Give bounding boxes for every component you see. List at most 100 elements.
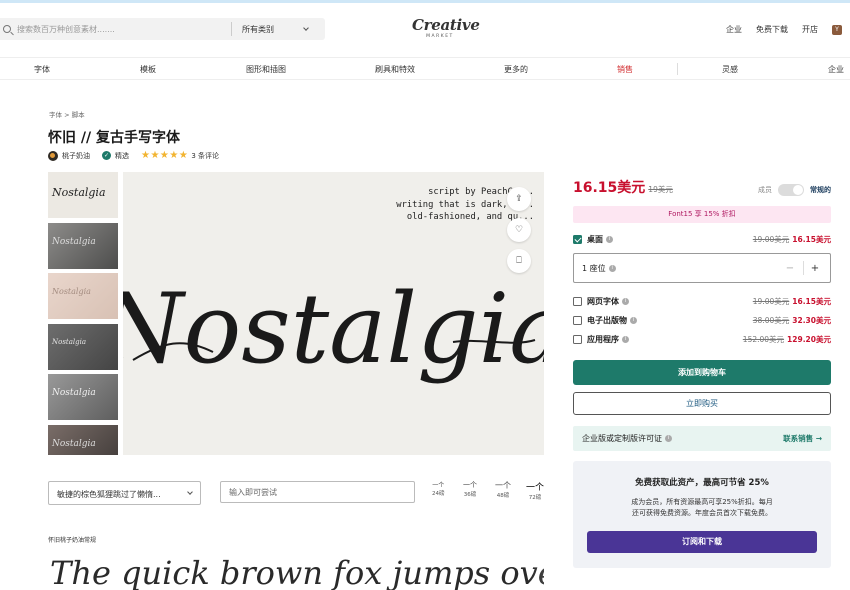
size-label: 72磅: [528, 495, 542, 501]
license-checkbox[interactable]: [573, 335, 582, 344]
thumbnail[interactable]: Nostalgia: [48, 424, 118, 455]
license-price: 19.00美元 16.15美元: [753, 296, 831, 307]
rating-stars: ★★★★★: [141, 150, 189, 161]
thumbnail[interactable]: Nostalgia: [48, 222, 118, 269]
seat-stepper[interactable]: 1 座位 i − +: [573, 253, 831, 283]
license-checkbox[interactable]: [573, 297, 582, 306]
try-text-input[interactable]: [220, 481, 415, 503]
license-checkbox[interactable]: [573, 316, 582, 325]
license-price-new: 16.15美元: [792, 235, 831, 244]
membership-desc-line: 还可获得免费资源。年度会员首次下载免费。: [632, 509, 772, 517]
search-divider: [231, 22, 232, 36]
size-option-24[interactable]: 一个 24磅: [432, 480, 445, 497]
license-price-old: 38.00美元: [752, 316, 790, 325]
reviews-link[interactable]: 3 条评论: [191, 151, 219, 161]
top-nav-links: 企业 免费下载 开店 Y: [726, 24, 842, 35]
license-name: 应用程序: [587, 335, 619, 344]
size-option-72[interactable]: 一个 72磅: [526, 480, 544, 501]
stepper-divider: [803, 261, 804, 275]
size-option-36[interactable]: 一个 36磅: [463, 480, 477, 498]
member-toggle[interactable]: [778, 184, 804, 196]
license-webfont[interactable]: 网页字体 i 19.00美元 16.15美元: [573, 296, 831, 307]
catnav-sale[interactable]: 销售: [617, 64, 633, 75]
shop-name[interactable]: 桃子奶油: [62, 151, 90, 161]
info-icon[interactable]: i: [606, 236, 613, 243]
subscribe-download-button[interactable]: 订阅和下载: [587, 531, 817, 553]
license-price-new: 129.20美元: [787, 335, 831, 344]
toggle-regular-label: 常规的: [810, 186, 831, 194]
share-button[interactable]: ⇪: [507, 187, 531, 211]
buy-now-button[interactable]: 立即购买: [573, 392, 831, 415]
thumbnail-text: Nostalgia: [52, 186, 106, 199]
preview-script-word: Nostalgia: [123, 273, 544, 385]
nav-enterprise-link[interactable]: 企业: [726, 24, 742, 35]
nav-open-shop-link[interactable]: 开店: [802, 24, 818, 35]
license-price-new: 16.15美元: [792, 297, 831, 306]
category-select[interactable]: 所有类别: [242, 24, 309, 35]
search-bar: 所有类别: [0, 18, 325, 40]
logo-subtext: MARKET: [426, 34, 454, 39]
thumbnail-text: Nostalgia: [52, 388, 96, 398]
size-option-48[interactable]: 一个 48磅: [495, 480, 511, 499]
catnav-brushes[interactable]: 刷具和特效: [375, 64, 415, 75]
membership-title-text: 免费获取此资产，: [635, 478, 704, 488]
search-icon[interactable]: [3, 25, 11, 33]
logo[interactable]: Creative MARKET: [412, 18, 480, 40]
catnav-enterprise[interactable]: 企业: [828, 64, 844, 75]
sample-text-select[interactable]: 敏捷的棕色狐狸跳过了懒惰...: [48, 481, 201, 505]
nav-free-download-link[interactable]: 免费下载: [756, 24, 788, 35]
catnav-inspiration[interactable]: 灵感: [722, 64, 738, 75]
catnav-templates[interactable]: 模板: [140, 64, 156, 75]
share-icon: ⇪: [515, 194, 523, 204]
size-glyph: 一个: [526, 483, 545, 493]
product-meta: 桃子奶油 ✓ 精选 ★★★★★ 3 条评论: [48, 150, 219, 161]
search-input[interactable]: [17, 24, 217, 34]
preview-script-art: Nostalgia: [123, 273, 544, 385]
license-price: 19.00美元 16.15美元: [753, 234, 831, 245]
thumbnail[interactable]: Nostalgia: [48, 273, 118, 319]
info-icon[interactable]: i: [630, 317, 637, 324]
seat-value: 1 座位: [582, 263, 606, 273]
chevron-down-icon: [187, 489, 193, 495]
thumbnail[interactable]: Nostalgia: [48, 172, 118, 218]
avatar[interactable]: Y: [832, 24, 842, 35]
category-nav: 字体 模板 图形和插图 刷具和特效 更多的 销售 灵感 企业: [0, 58, 850, 80]
favorite-button[interactable]: ♡: [507, 218, 531, 242]
catnav-more[interactable]: 更多的: [504, 64, 528, 75]
catnav-graphics[interactable]: 图形和插图: [246, 64, 286, 75]
collection-button[interactable]: ⎕: [507, 249, 531, 273]
catnav-fonts[interactable]: 字体: [34, 64, 50, 75]
membership-description: 成为会员，所有资源最高可享25%折扣。每月 还可获得免费资源。年度会员首次下载免…: [573, 497, 831, 519]
info-icon[interactable]: i: [608, 264, 616, 272]
breadcrumb[interactable]: 字体 > 脚本: [49, 109, 85, 119]
enterprise-license-row: 企业版或定制版许可证 i 联系销售 →: [573, 426, 831, 451]
thumbnail[interactable]: Nostalgia: [48, 323, 118, 370]
license-desktop[interactable]: 桌面 i 19.00美元 16.15美元: [573, 234, 831, 245]
add-to-cart-button[interactable]: 添加到购物车: [573, 360, 831, 385]
seat-decrement-button[interactable]: −: [781, 263, 799, 274]
license-price-old: 19.00美元: [752, 297, 790, 306]
enterprise-label: 企业版或定制版许可证: [582, 434, 662, 443]
license-epub[interactable]: 电子出版物 i 38.00美元 32.30美元: [573, 315, 831, 326]
license-app[interactable]: 应用程序 i 152.00美元 129.20美元: [573, 334, 831, 345]
promo-banner: Font15 享 15% 折扣: [573, 206, 831, 223]
thumbnail[interactable]: Nostalgia: [48, 374, 118, 420]
sample-section-label: 怀旧桃子奶油常规: [48, 537, 97, 544]
info-icon[interactable]: i: [622, 336, 629, 343]
toggle-member-label: 成员: [758, 186, 772, 194]
info-icon[interactable]: i: [665, 435, 672, 442]
info-icon[interactable]: i: [622, 298, 629, 305]
size-glyph: 一个: [495, 481, 511, 490]
sample-script-text: The quick brown fox jumps over the: [50, 554, 544, 590]
verified-label: 精选: [115, 151, 129, 160]
license-price-new: 32.30美元: [792, 316, 831, 325]
size-label: 36磅: [463, 492, 477, 498]
sample-text-select-label: 敏捷的棕色狐狸跳过了懒惰...: [57, 490, 161, 499]
seat-increment-button[interactable]: +: [808, 263, 822, 274]
license-price-old: 19.00美元: [752, 235, 790, 244]
shop-avatar[interactable]: [48, 150, 58, 161]
contact-sales-link[interactable]: 联系销售 →: [783, 433, 822, 444]
license-checkbox[interactable]: [573, 235, 582, 244]
size-glyph: 一个: [463, 481, 477, 489]
main-preview[interactable]: script by PeachCr... writing that is dar…: [123, 172, 544, 455]
